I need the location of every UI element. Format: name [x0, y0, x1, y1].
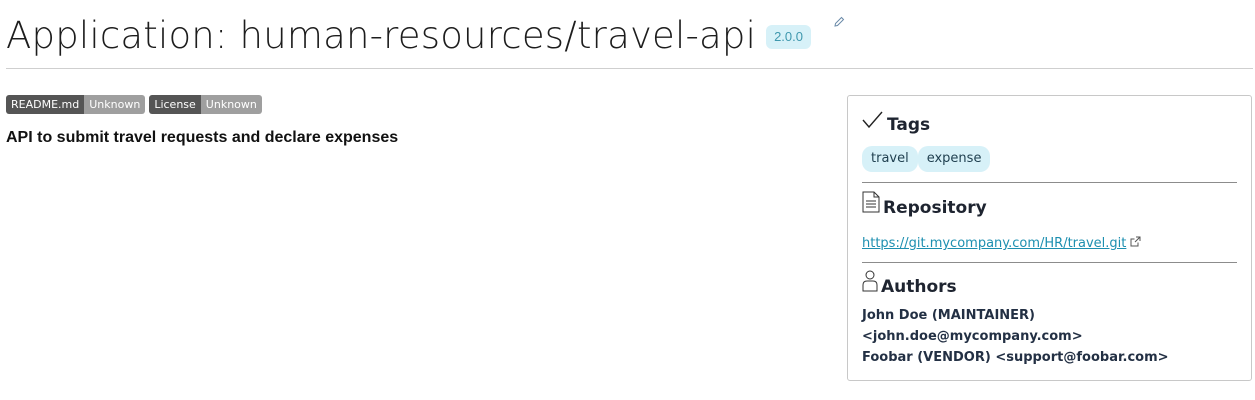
- application-page: Application: human-resources/travel-api …: [0, 0, 1255, 400]
- tags-section: Tags travel expense: [862, 110, 1237, 172]
- tags-heading: Tags: [862, 110, 1237, 135]
- divider: [862, 182, 1237, 183]
- readme-shield[interactable]: README.md Unknown: [6, 95, 146, 114]
- shield-label: License: [149, 95, 201, 114]
- check-icon: [862, 110, 884, 135]
- page-header: Application: human-resources/travel-api …: [6, 12, 1253, 69]
- repository-link[interactable]: https://git.mycompany.com/HR/travel.git: [862, 236, 1141, 251]
- tag-item[interactable]: expense: [917, 146, 991, 172]
- app-description: API to submit travel requests and declar…: [6, 129, 399, 146]
- shield-label: README.md: [6, 95, 85, 114]
- repository-heading: Repository: [862, 191, 1237, 218]
- external-link-icon: [1130, 236, 1141, 251]
- collapse-arrow-icon[interactable]: [14, 394, 22, 400]
- divider: [862, 262, 1237, 263]
- authors-heading: Authors: [862, 270, 1237, 297]
- tags-title: Tags: [887, 115, 931, 135]
- document-icon: [862, 191, 880, 218]
- sidebar-card: Tags travel expense Repository https://g…: [847, 95, 1252, 381]
- tag-list: travel expense: [862, 146, 1237, 172]
- author-list: John Doe (MAINTAINER) <john.doe@mycompan…: [862, 305, 1237, 368]
- authors-title: Authors: [881, 277, 957, 297]
- author-line: <john.doe@mycompany.com>: [862, 329, 1083, 344]
- shields-row: README.md Unknown License Unknown: [6, 95, 262, 114]
- license-shield[interactable]: License Unknown: [149, 95, 262, 114]
- author-line: John Doe (MAINTAINER): [862, 308, 1035, 323]
- shield-value: Unknown: [84, 95, 146, 114]
- version-badge: 2.0.0: [766, 25, 811, 49]
- authors-section: Authors John Doe (MAINTAINER) <john.doe@…: [862, 270, 1237, 368]
- repository-title: Repository: [883, 198, 987, 218]
- repository-url: https://git.mycompany.com/HR/travel.git: [862, 236, 1127, 251]
- user-icon: [862, 270, 878, 297]
- repository-section: Repository https://git.mycompany.com/HR/…: [862, 191, 1237, 252]
- pencil-icon[interactable]: [833, 16, 845, 28]
- shield-value: Unknown: [200, 95, 262, 114]
- tag-item[interactable]: travel: [862, 146, 918, 172]
- page-title: Application: human-resources/travel-api: [6, 14, 757, 57]
- author-line: Foobar (VENDOR) <support@foobar.com>: [862, 350, 1169, 365]
